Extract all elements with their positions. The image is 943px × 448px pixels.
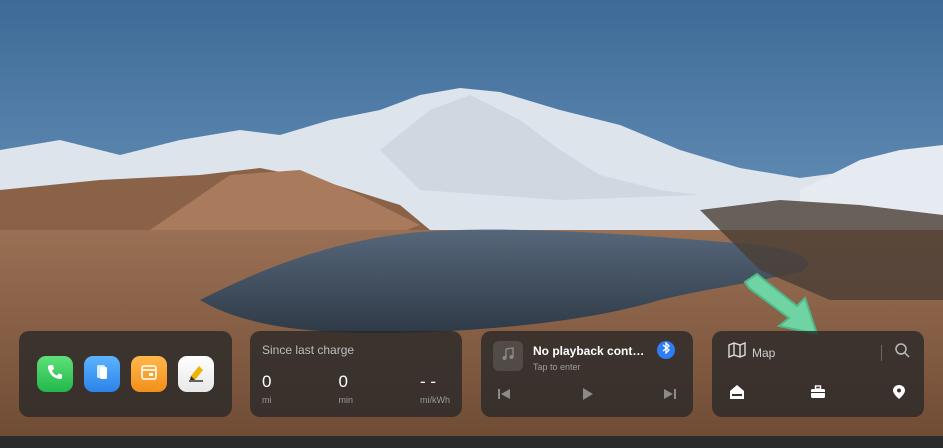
media-subtitle: Tap to enter (533, 362, 581, 372)
distance-value: 0 (262, 372, 272, 391)
play-button[interactable] (578, 387, 596, 405)
notes-app-button[interactable] (178, 356, 215, 392)
efficiency-stat: - - mi/kWh (419, 372, 450, 406)
calendar-app-button[interactable] (131, 356, 168, 392)
map-icon (728, 341, 746, 363)
music-note-icon (500, 346, 516, 367)
distance-stat: 0 mi (262, 372, 272, 406)
bluetooth-icon (661, 341, 671, 359)
work-icon (810, 384, 826, 404)
files-icon (92, 362, 112, 387)
navigate-favorite-button[interactable] (890, 384, 908, 405)
album-art (493, 341, 523, 371)
calendar-icon (139, 362, 159, 387)
divider (881, 344, 882, 361)
distance-unit: mi (262, 395, 272, 405)
next-icon (662, 387, 678, 406)
duration-stat: 0 min (338, 372, 353, 406)
navigate-home-button[interactable] (728, 384, 746, 405)
home-icon (729, 384, 745, 405)
notes-icon (185, 361, 207, 388)
location-pin-icon (892, 384, 906, 405)
previous-icon (496, 387, 512, 406)
duration-value: 0 (338, 372, 348, 391)
media-title: No playback cont… (533, 344, 643, 358)
trip-stats-title: Since last charge (262, 343, 355, 357)
efficiency-value: - - (419, 372, 437, 391)
next-track-button[interactable] (661, 387, 679, 405)
files-app-button[interactable] (83, 356, 120, 392)
map-label: Map (752, 345, 776, 360)
search-icon[interactable] (894, 342, 910, 363)
phone-icon (45, 362, 65, 387)
play-icon (580, 387, 594, 406)
previous-track-button[interactable] (495, 387, 513, 405)
phone-app-button[interactable] (36, 356, 73, 392)
map-card[interactable]: Map (712, 331, 924, 417)
navigate-work-button[interactable] (809, 384, 827, 404)
media-player-card[interactable]: No playback cont… Tap to enter (481, 331, 693, 417)
system-bar (0, 436, 943, 448)
bluetooth-source-button[interactable] (657, 341, 675, 359)
efficiency-unit: mi/kWh (419, 395, 450, 405)
duration-unit: min (338, 395, 353, 405)
trip-stats-card[interactable]: Since last charge 0 mi 0 min - - mi/kWh (250, 331, 462, 417)
app-shortcuts-card (19, 331, 232, 417)
